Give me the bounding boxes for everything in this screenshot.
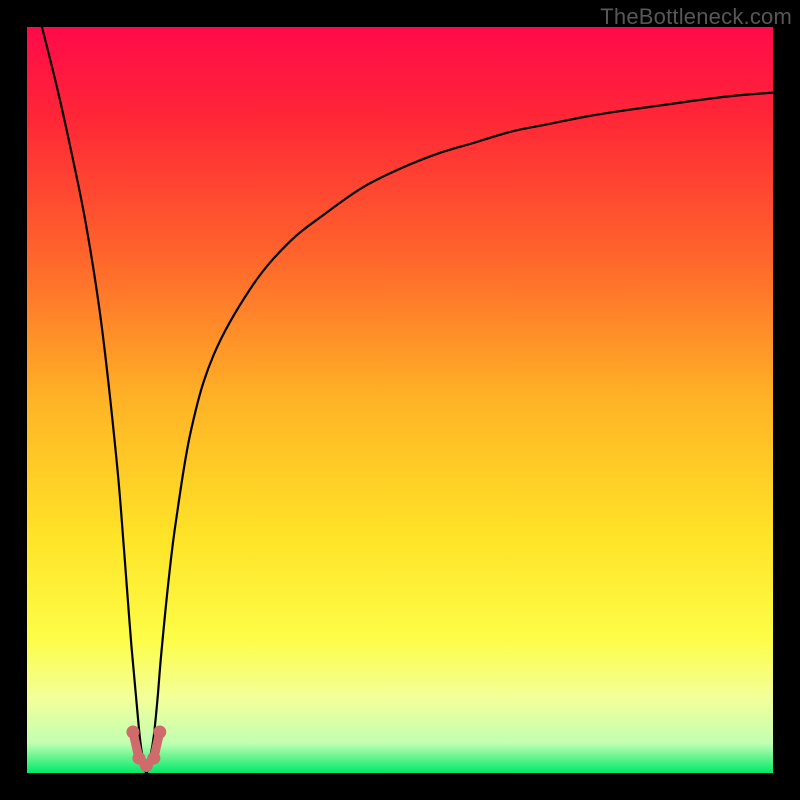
gradient-background xyxy=(27,27,773,773)
marker-dot xyxy=(126,725,139,738)
attribution-text: TheBottleneck.com xyxy=(600,4,792,30)
chart-plot-area xyxy=(27,27,773,773)
marker-dot xyxy=(153,725,166,738)
marker-dot xyxy=(147,752,160,765)
bottleneck-chart xyxy=(27,27,773,773)
